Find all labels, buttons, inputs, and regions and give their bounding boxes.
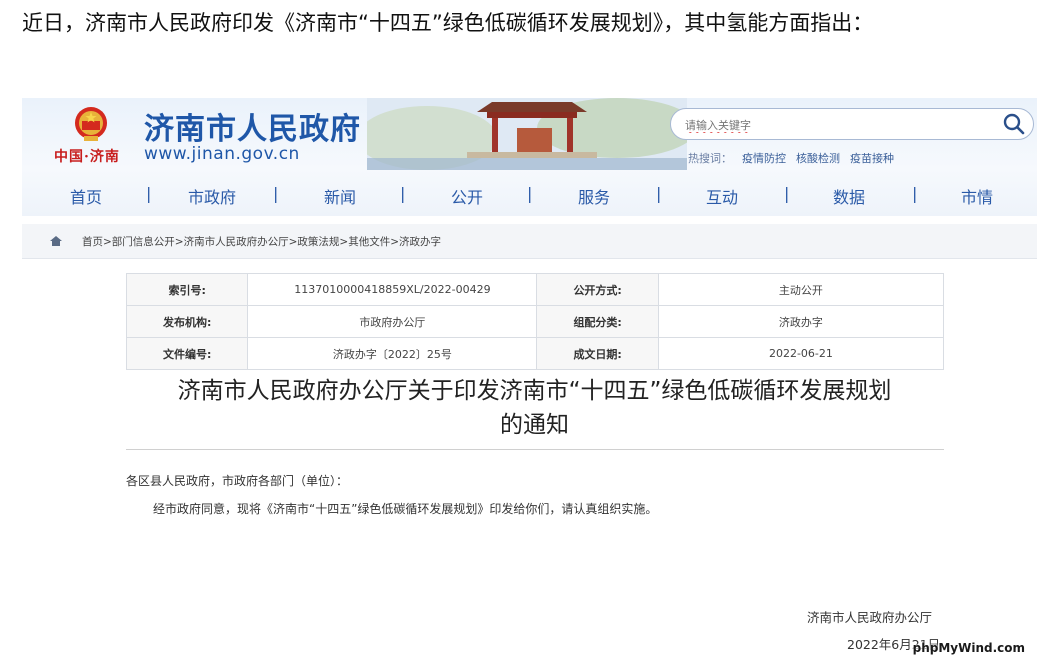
hot-search-terms: 热搜词： 疫情防控 核酸检测 疫苗接种 [688,150,904,166]
watermark: phpMyWind.com [912,641,1025,655]
doc-no-value: 济政办字〔2022〕25号 [247,337,538,370]
hot-term-link[interactable]: 疫苗接种 [850,152,894,165]
intro-paragraph: 近日，济南市人民政府印发《济南市“十四五”绿色低碳循环发展规划》，其中氢能方面指… [22,11,874,35]
nav-separator: | [527,184,533,203]
table-row: 文件编号: 济政办字〔2022〕25号 成文日期: 2022-06-21 [125,337,945,370]
document-title: 济南市人民政府办公厅关于印发济南市“十四五”绿色低碳循环发展规划 的通知 [117,374,952,442]
breadcrumb-bar: 首页>部门信息公开>济南市人民政府办公厅>政策法规>其他文件>济政办字 [22,224,1037,259]
title-divider [126,449,944,450]
issuer-value: 市政府办公厅 [247,305,538,338]
document-metadata-table: 索引号: 1137010000418859XL/2022-00429 公开方式:… [125,273,945,370]
site-url: www.jinan.gov.cn [144,144,300,164]
table-row: 发布机构: 市政府办公厅 组配分类: 济政办字 [125,305,945,338]
nav-separator: | [146,184,152,203]
document-body: 经市政府同意，现将《济南市“十四五”绿色低碳循环发展规划》印发给你们，请认真组织… [153,502,658,516]
open-mode-value: 主动公开 [657,273,945,306]
document-signature: 济南市人民政府办公厅 [807,610,933,625]
screenshot-frame: 中国·济南 济南市人民政府 www.jinan.gov.cn 热搜词： 疫情防控核… [22,98,1037,669]
home-icon [50,236,62,246]
site-name[interactable]: 济南市人民政府 [144,104,361,148]
national-emblem-icon [75,107,107,141]
document-salutation: 各区县人民政府，市政府各部门（单位）： [126,474,349,488]
nav-item-city[interactable]: 市情 [961,184,993,208]
doc-no-label: 文件编号: [125,337,249,370]
nav-separator: | [656,184,662,203]
category-label: 组配分类: [536,305,659,338]
nav-separator: | [912,184,918,203]
index-no-value: 1137010000418859XL/2022-00429 [247,273,538,306]
site-header: 中国·济南 济南市人民政府 www.jinan.gov.cn 热搜词： 疫情防控核… [22,98,1037,216]
nav-separator: | [400,184,406,203]
index-no-label: 索引号: [125,273,249,306]
table-row: 索引号: 1137010000418859XL/2022-00429 公开方式:… [125,273,945,306]
document-title-line: 的通知 [500,412,569,438]
search-box [670,108,1034,140]
date-label: 成文日期: [536,337,659,370]
nav-item-service[interactable]: 服务 [578,184,610,208]
nav-item-interact[interactable]: 互动 [706,184,738,208]
hot-search-label: 热搜词： [688,152,732,165]
nav-item-open[interactable]: 公开 [451,184,483,208]
china-jinan-logo: 中国·济南 [54,149,120,165]
nav-separator: | [273,184,279,203]
search-input[interactable] [683,114,987,136]
issuer-label: 发布机构: [125,305,249,338]
category-value: 济政办字 [657,305,945,338]
hot-term-link[interactable]: 核酸检测 [796,152,840,165]
hot-term-link[interactable]: 疫情防控 [742,152,786,165]
banner-scenery-image [367,98,687,170]
nav-item-government[interactable]: 市政府 [188,184,236,208]
search-icon[interactable] [1001,111,1027,137]
nav-item-home[interactable]: 首页 [70,184,102,208]
nav-separator: | [784,184,790,203]
date-value: 2022-06-21 [657,337,945,370]
nav-item-data[interactable]: 数据 [833,184,865,208]
main-nav: 首页 | 市政府 | 新闻 | 公开 | 服务 | 互动 | 数据 | 市情 [22,178,1037,212]
document-title-line: 济南市人民政府办公厅关于印发济南市“十四五”绿色低碳循环发展规划 [177,378,892,404]
nav-item-news[interactable]: 新闻 [324,184,356,208]
breadcrumb[interactable]: 首页>部门信息公开>济南市人民政府办公厅>政策法规>其他文件>济政办字 [82,234,441,249]
open-mode-label: 公开方式: [536,273,659,306]
